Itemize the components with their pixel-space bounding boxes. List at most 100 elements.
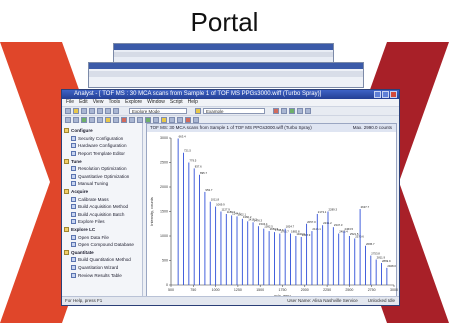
sidebar-item[interactable]: Configure bbox=[64, 127, 140, 135]
navigation-bar: Configure Security Configuration Hardware … bbox=[62, 123, 143, 297]
sidebar-item[interactable]: Tune bbox=[64, 157, 140, 165]
table-icon bbox=[71, 272, 76, 278]
view-icon[interactable] bbox=[297, 108, 303, 114]
sidebar-item-label: Security Configuration bbox=[78, 135, 124, 141]
minimize-button[interactable] bbox=[374, 91, 381, 98]
y-tick-label: 1500 bbox=[160, 210, 168, 214]
explore-icon bbox=[64, 227, 69, 233]
x-tick-label: 1500 bbox=[256, 288, 264, 292]
peak-label: 953.7 bbox=[205, 188, 212, 192]
sidebar-item-label: Explore LC bbox=[71, 227, 96, 233]
y-tick-label: 0 bbox=[166, 283, 168, 287]
max-counts-label: Max. 2990.0 counts bbox=[352, 125, 392, 130]
background-window-toolbar bbox=[114, 52, 333, 57]
peak-label: 2637.7 bbox=[361, 205, 370, 209]
peak-label: 1011.8 bbox=[211, 198, 220, 202]
sidebar-item[interactable]: Build Acquisition Batch bbox=[64, 211, 140, 219]
menu-tools[interactable]: Tools bbox=[108, 99, 120, 106]
menu-help[interactable]: Help bbox=[188, 99, 198, 106]
report-icon bbox=[71, 151, 76, 157]
sidebar-item[interactable]: Quantitation Wizard bbox=[64, 264, 140, 272]
sidebar-item[interactable]: Open Compound Database bbox=[64, 241, 140, 249]
mass-spectrum-chart[interactable]: 500 750 1000 1250 1500 1750 2000 2250 2500 2750 30… bbox=[147, 132, 398, 299]
y-tick-label: 2500 bbox=[160, 161, 168, 165]
y-tick-label: 3000 bbox=[160, 136, 168, 140]
x-tick-label: 1250 bbox=[234, 288, 242, 292]
paste-icon[interactable] bbox=[113, 108, 119, 114]
sidebar-item[interactable]: Explore Files bbox=[64, 218, 140, 226]
open-folder-icon[interactable] bbox=[73, 108, 79, 114]
open-icon bbox=[71, 234, 76, 240]
menu-script[interactable]: Script bbox=[170, 99, 183, 106]
project-folder-icon[interactable] bbox=[195, 108, 201, 114]
sidebar-item-label: Acquire bbox=[71, 189, 89, 195]
sidebar-item[interactable]: Quantitative Optimization bbox=[64, 173, 140, 181]
y-axis-label: Intensity, counts bbox=[149, 197, 154, 226]
menu-window[interactable]: Window bbox=[147, 99, 165, 106]
menu-file[interactable]: File bbox=[66, 99, 74, 106]
batch-icon bbox=[71, 211, 76, 217]
menu-edit[interactable]: Edit bbox=[79, 99, 88, 106]
quantitate-icon bbox=[64, 249, 69, 255]
cut-icon[interactable] bbox=[97, 108, 103, 114]
sidebar-item-label: Configure bbox=[71, 128, 93, 134]
sidebar-item-label: Quantitate bbox=[71, 249, 94, 255]
sidebar-item[interactable]: Build Quantitation Method bbox=[64, 256, 140, 264]
copy-icon[interactable] bbox=[105, 108, 111, 114]
sidebar-item[interactable]: Report Template Editor bbox=[64, 150, 140, 158]
x-tick-label: 750 bbox=[190, 288, 196, 292]
x-tick-label: 2000 bbox=[301, 288, 309, 292]
menu-view[interactable]: View bbox=[93, 99, 104, 106]
peak-label: 2057.0 bbox=[307, 220, 316, 224]
close-button[interactable] bbox=[390, 91, 397, 98]
stop-icon[interactable] bbox=[273, 108, 279, 114]
x-tick-label: 2500 bbox=[345, 288, 353, 292]
maximize-button[interactable] bbox=[382, 91, 389, 98]
peak-label: 1824.7 bbox=[286, 225, 295, 229]
sidebar-item-label: Calibrate Mass bbox=[78, 196, 109, 202]
middle-window-toolbar bbox=[89, 71, 363, 77]
middle-window-titlebar bbox=[89, 63, 363, 69]
sidebar-item[interactable]: Calibrate Mass bbox=[64, 195, 140, 203]
sidebar-item-label: Manual Tuning bbox=[78, 181, 109, 187]
sidebar-item-label: Explore Files bbox=[78, 219, 105, 225]
sidebar-item-label: Quantitative Optimization bbox=[78, 173, 130, 179]
x-tick-label: 3000 bbox=[390, 288, 398, 292]
method-icon bbox=[71, 204, 76, 210]
method-icon bbox=[71, 257, 76, 263]
menu-explore[interactable]: Explore bbox=[125, 99, 142, 106]
sidebar-item[interactable]: Security Configuration bbox=[64, 135, 140, 143]
window-titlebar[interactable]: Analyst - [ TOF MS : 30 MCA scans from S… bbox=[62, 90, 399, 99]
peak-label: 2869.9 bbox=[382, 259, 391, 263]
sidebar-item-label: Resolution Optimization bbox=[78, 166, 127, 172]
save-icon[interactable] bbox=[81, 108, 87, 114]
sidebar-item[interactable]: Quantitate bbox=[64, 249, 140, 257]
spectrum-title: TOF MS: 30 MCA scans from Sample 1 of TO… bbox=[150, 125, 312, 130]
tune-icon bbox=[64, 158, 69, 164]
sidebar-item-label: Open Data File bbox=[78, 234, 109, 240]
peak-label: 779.5 bbox=[189, 159, 196, 163]
sidebar-item[interactable]: Review Results Table bbox=[64, 271, 140, 279]
mode-select[interactable]: Explore Mode bbox=[129, 108, 187, 114]
sidebar-item[interactable]: Open Data File bbox=[64, 233, 140, 241]
status-bar: For Help, press F1 User Name: Alisa Nash… bbox=[62, 296, 399, 305]
sidebar-item[interactable]: Explore LC bbox=[64, 226, 140, 234]
project-select[interactable]: Example bbox=[203, 108, 265, 114]
hardware-icon bbox=[71, 143, 76, 149]
x-tick-label: 2250 bbox=[323, 288, 331, 292]
start-icon[interactable] bbox=[289, 108, 295, 114]
analyst-window: Analyst - [ TOF MS : 30 MCA scans from S… bbox=[61, 89, 400, 306]
lock-icon bbox=[71, 135, 76, 141]
sidebar-item[interactable]: Hardware Configuration bbox=[64, 142, 140, 150]
background-window-middle bbox=[88, 62, 364, 88]
sidebar-item-label: Build Acquisition Batch bbox=[78, 211, 125, 217]
queue-icon[interactable] bbox=[281, 108, 287, 114]
sidebar-item[interactable]: Build Acquisition Method bbox=[64, 203, 140, 211]
sidebar-item[interactable]: Manual Tuning bbox=[64, 180, 140, 188]
window-title: Analyst - [ TOF MS : 30 MCA scans from S… bbox=[74, 91, 322, 97]
help-icon[interactable] bbox=[305, 108, 311, 114]
sidebar-item[interactable]: Resolution Optimization bbox=[64, 165, 140, 173]
print-icon[interactable] bbox=[89, 108, 95, 114]
sidebar-item[interactable]: Acquire bbox=[64, 188, 140, 196]
new-icon[interactable] bbox=[65, 108, 71, 114]
